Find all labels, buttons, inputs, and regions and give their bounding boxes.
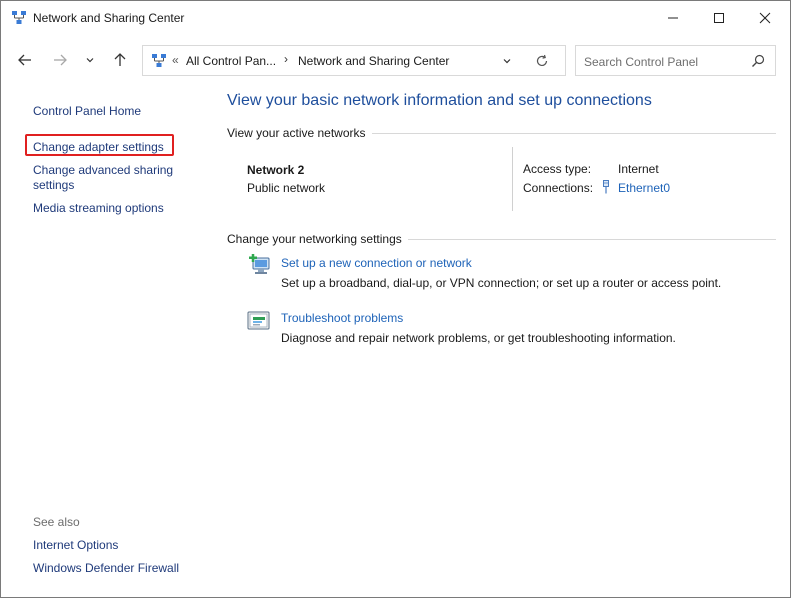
window-title: Network and Sharing Center [33, 11, 185, 25]
change-advanced-sharing-settings-link[interactable]: Change advanced sharing settings [33, 163, 183, 193]
control-panel-home-link[interactable]: Control Panel Home [33, 104, 141, 119]
forward-button[interactable] [47, 47, 73, 73]
windows-defender-firewall-link[interactable]: Windows Defender Firewall [33, 561, 179, 576]
recent-locations-button[interactable] [79, 47, 101, 73]
internet-options-link[interactable]: Internet Options [33, 538, 118, 553]
troubleshoot-problems-description: Diagnose and repair network problems, or… [281, 331, 676, 345]
maximize-icon [714, 13, 724, 23]
search-icon[interactable] [750, 53, 766, 69]
up-button[interactable] [107, 47, 133, 73]
close-button[interactable] [742, 1, 788, 35]
address-bar[interactable]: « All Control Pan... › Network and Shari… [142, 45, 566, 76]
troubleshoot-problems-link[interactable]: Troubleshoot problems [281, 311, 403, 325]
active-networks-heading: View your active networks [227, 126, 372, 140]
setup-new-connection-description: Set up a broadband, dial-up, or VPN conn… [281, 276, 722, 290]
access-type-value: Internet [618, 162, 659, 176]
refresh-button[interactable] [531, 51, 553, 71]
setup-new-connection-link[interactable]: Set up a new connection or network [281, 256, 472, 270]
back-button[interactable] [12, 47, 38, 73]
breadcrumb-network-sharing-center[interactable]: Network and Sharing Center [298, 54, 449, 68]
refresh-icon [536, 54, 548, 67]
breadcrumb-chevron-icon[interactable]: › [284, 52, 288, 66]
chevron-down-icon [86, 58, 94, 63]
change-adapter-settings-link[interactable]: Change adapter settings [33, 140, 164, 155]
media-streaming-options-link[interactable]: Media streaming options [33, 201, 164, 216]
change-settings-heading: Change your networking settings [227, 232, 408, 246]
network-name: Network 2 [247, 163, 305, 177]
ethernet-connection-link[interactable]: Ethernet0 [618, 181, 670, 195]
title-bar: Network and Sharing Center [1, 1, 790, 35]
see-also-label: See also [33, 515, 80, 529]
close-icon [759, 12, 771, 24]
page-title: View your basic network information and … [227, 92, 652, 109]
ethernet-icon [603, 180, 609, 194]
network-center-icon [12, 11, 26, 24]
connections-label: Connections: [523, 181, 594, 195]
network-type: Public network [247, 181, 326, 195]
arrow-up-icon [114, 53, 126, 66]
breadcrumb-overflow[interactable]: « [172, 53, 179, 67]
address-dropdown-button[interactable] [497, 51, 517, 71]
minimize-icon [668, 17, 678, 19]
arrow-left-icon [18, 54, 31, 66]
network-info-divider [512, 147, 513, 211]
chevron-down-icon [503, 59, 511, 64]
network-center-icon [152, 54, 166, 67]
network-sharing-window: Network and Sharing Center « All Control… [0, 0, 791, 598]
search-input[interactable] [582, 51, 746, 72]
search-box[interactable] [575, 45, 776, 76]
new-connection-icon [249, 254, 270, 274]
access-type-label: Access type: [523, 162, 592, 176]
troubleshoot-icon [247, 311, 270, 330]
maximize-button[interactable] [696, 1, 742, 35]
arrow-right-icon [54, 54, 67, 66]
minimize-button[interactable] [650, 1, 696, 35]
breadcrumb-all-control-panel[interactable]: All Control Pan... [186, 54, 276, 68]
